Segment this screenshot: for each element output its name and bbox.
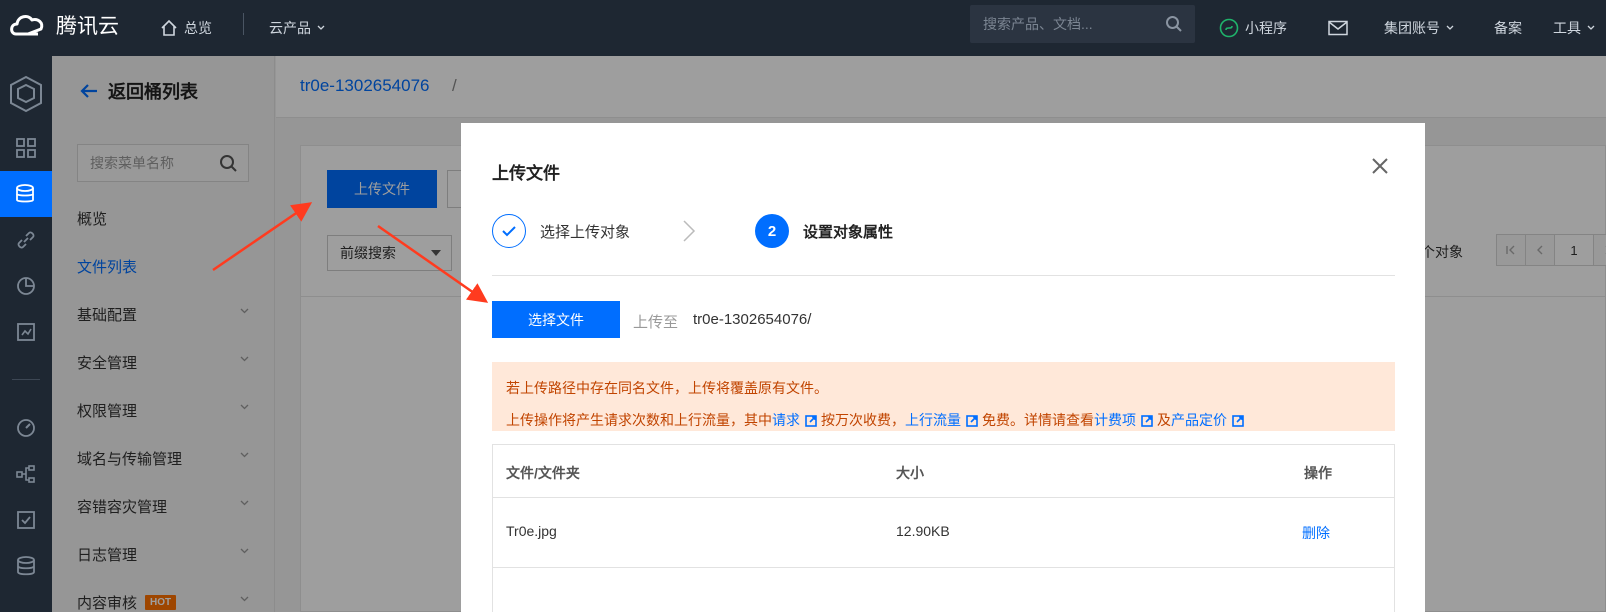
nav-separator bbox=[243, 13, 244, 35]
upload-to-label: 上传至 bbox=[633, 314, 679, 331]
rail-tree-icon[interactable] bbox=[0, 451, 52, 497]
delete-file-button[interactable]: 删除 bbox=[1302, 523, 1330, 543]
pricing-link[interactable]: 产品定价 bbox=[1171, 412, 1227, 428]
step-done-indicator bbox=[492, 214, 526, 248]
database-icon bbox=[17, 556, 35, 576]
overview-label: 总览 bbox=[184, 20, 212, 36]
checkmark-icon bbox=[502, 226, 516, 237]
dialog-divider bbox=[492, 275, 1395, 276]
mail-nav[interactable] bbox=[1328, 0, 1348, 56]
notice-line-2: 上传操作将产生请求次数和上行流量，其中请求 按万次收费，上行流量 免费。详情请查看计… bbox=[506, 404, 1381, 436]
mail-icon bbox=[1328, 20, 1348, 36]
tools-label: 工具 bbox=[1553, 20, 1581, 36]
checklist-icon bbox=[17, 511, 35, 529]
mini-program-nav[interactable]: 小程序 bbox=[1219, 0, 1287, 56]
dialog-title: 上传文件 bbox=[492, 164, 560, 183]
beian-nav[interactable]: 备案 bbox=[1494, 0, 1522, 56]
rail-pie-icon[interactable] bbox=[0, 263, 52, 309]
file-size-cell: 12.90KB bbox=[896, 523, 950, 539]
tencent-cloud-logo[interactable]: 腾讯云 bbox=[8, 10, 119, 40]
column-header-size: 大小 bbox=[896, 465, 924, 481]
storage-icon bbox=[16, 184, 34, 203]
group-account-label: 集团账号 bbox=[1384, 20, 1440, 36]
notice-text: 及 bbox=[1157, 412, 1171, 428]
upload-file-dialog: 上传文件 选择上传对象 2 设置对象属性 选择文件 上传至 tr0e-13026… bbox=[461, 123, 1425, 612]
notice-text: 免费。详情请查看 bbox=[982, 412, 1094, 428]
chevron-down-icon bbox=[1587, 25, 1595, 30]
product-icon-rail bbox=[0, 56, 52, 612]
step-select-objects: 选择上传对象 bbox=[492, 214, 630, 248]
overview-nav[interactable]: 总览 bbox=[160, 0, 212, 56]
cube-icon bbox=[10, 75, 42, 113]
gauge-icon bbox=[17, 419, 35, 437]
rail-divider bbox=[12, 379, 40, 380]
billing-items-link[interactable]: 计费项 bbox=[1094, 412, 1136, 428]
upstream-traffic-link[interactable]: 上行流量 bbox=[905, 412, 961, 428]
request-link[interactable]: 请求 bbox=[772, 412, 800, 428]
overwrite-notice: 若上传路径中存在同名文件，上传将覆盖原有文件。 上传操作将产生请求次数和上行流量… bbox=[492, 362, 1395, 431]
chevron-down-icon bbox=[1446, 25, 1454, 30]
external-link-icon bbox=[805, 415, 817, 427]
rail-monitor-icon[interactable] bbox=[0, 309, 52, 355]
step-label: 选择上传对象 bbox=[540, 223, 631, 241]
home-icon bbox=[161, 19, 177, 36]
file-name-cell: Tr0e.jpg bbox=[506, 523, 557, 539]
rail-gauge-icon[interactable] bbox=[0, 405, 52, 451]
mini-program-icon bbox=[1219, 18, 1239, 38]
cloud-logo-icon bbox=[10, 15, 44, 36]
step-label: 设置对象属性 bbox=[803, 223, 894, 241]
notice-text: 上传操作将产生请求次数和上行流量，其中 bbox=[506, 412, 772, 428]
upload-to-path: tr0e-1302654076/ bbox=[693, 311, 812, 328]
cloud-products-menu[interactable]: 云产品 bbox=[269, 0, 325, 56]
chevron-right-icon bbox=[683, 220, 696, 242]
external-link-icon bbox=[1232, 415, 1244, 427]
rail-database-icon[interactable] bbox=[0, 543, 52, 589]
search-icon[interactable] bbox=[1165, 15, 1183, 33]
cloud-products-label: 云产品 bbox=[269, 20, 311, 36]
mini-program-label: 小程序 bbox=[1245, 20, 1287, 36]
monitor-icon bbox=[17, 323, 35, 341]
tree-structure-icon bbox=[16, 465, 35, 483]
step-set-properties: 2 设置对象属性 bbox=[755, 214, 893, 248]
global-search-placeholder: 搜索产品、文档... bbox=[983, 16, 1093, 32]
rail-grid-icon[interactable] bbox=[0, 125, 52, 171]
close-icon[interactable] bbox=[1371, 157, 1389, 175]
notice-text: 按万次收费， bbox=[821, 412, 905, 428]
row-divider bbox=[493, 567, 1394, 568]
rail-storage-icon[interactable] bbox=[0, 171, 52, 217]
rail-checklist-icon[interactable] bbox=[0, 497, 52, 543]
step-number: 2 bbox=[767, 222, 777, 240]
rail-cube-icon[interactable] bbox=[0, 64, 52, 124]
global-search-input[interactable]: 搜索产品、文档... bbox=[970, 5, 1195, 43]
step-current-indicator: 2 bbox=[755, 214, 789, 248]
beian-label: 备案 bbox=[1494, 20, 1522, 36]
external-link-icon bbox=[1141, 415, 1153, 427]
header-divider bbox=[493, 497, 1394, 498]
column-header-action: 操作 bbox=[1304, 465, 1332, 481]
pie-chart-icon bbox=[17, 277, 35, 295]
top-navbar: 腾讯云 总览 云产品 搜索产品、文档... 小程序 集团账号 备案 工具 bbox=[0, 0, 1606, 56]
tools-menu[interactable]: 工具 bbox=[1553, 0, 1595, 56]
logo-text: 腾讯云 bbox=[56, 15, 119, 38]
selected-files-table: 文件/文件夹 大小 操作 Tr0e.jpg 12.90KB 删除 bbox=[492, 444, 1395, 612]
column-header-file: 文件/文件夹 bbox=[506, 465, 580, 481]
notice-line-1: 若上传路径中存在同名文件，上传将覆盖原有文件。 bbox=[506, 380, 828, 396]
grid-icon bbox=[16, 138, 36, 158]
group-account-menu[interactable]: 集团账号 bbox=[1384, 0, 1454, 56]
choose-file-button[interactable]: 选择文件 bbox=[492, 301, 620, 338]
link-icon bbox=[17, 231, 35, 249]
external-link-icon bbox=[966, 415, 978, 427]
chevron-down-icon bbox=[317, 25, 325, 30]
rail-link-icon[interactable] bbox=[0, 217, 52, 263]
